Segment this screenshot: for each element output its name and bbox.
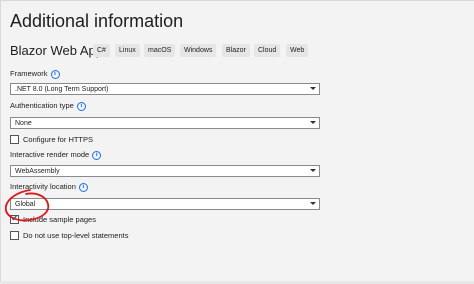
dialog-panel: Additional information Blazor Web App C#…	[0, 0, 474, 284]
annotation-circle	[4, 189, 50, 222]
